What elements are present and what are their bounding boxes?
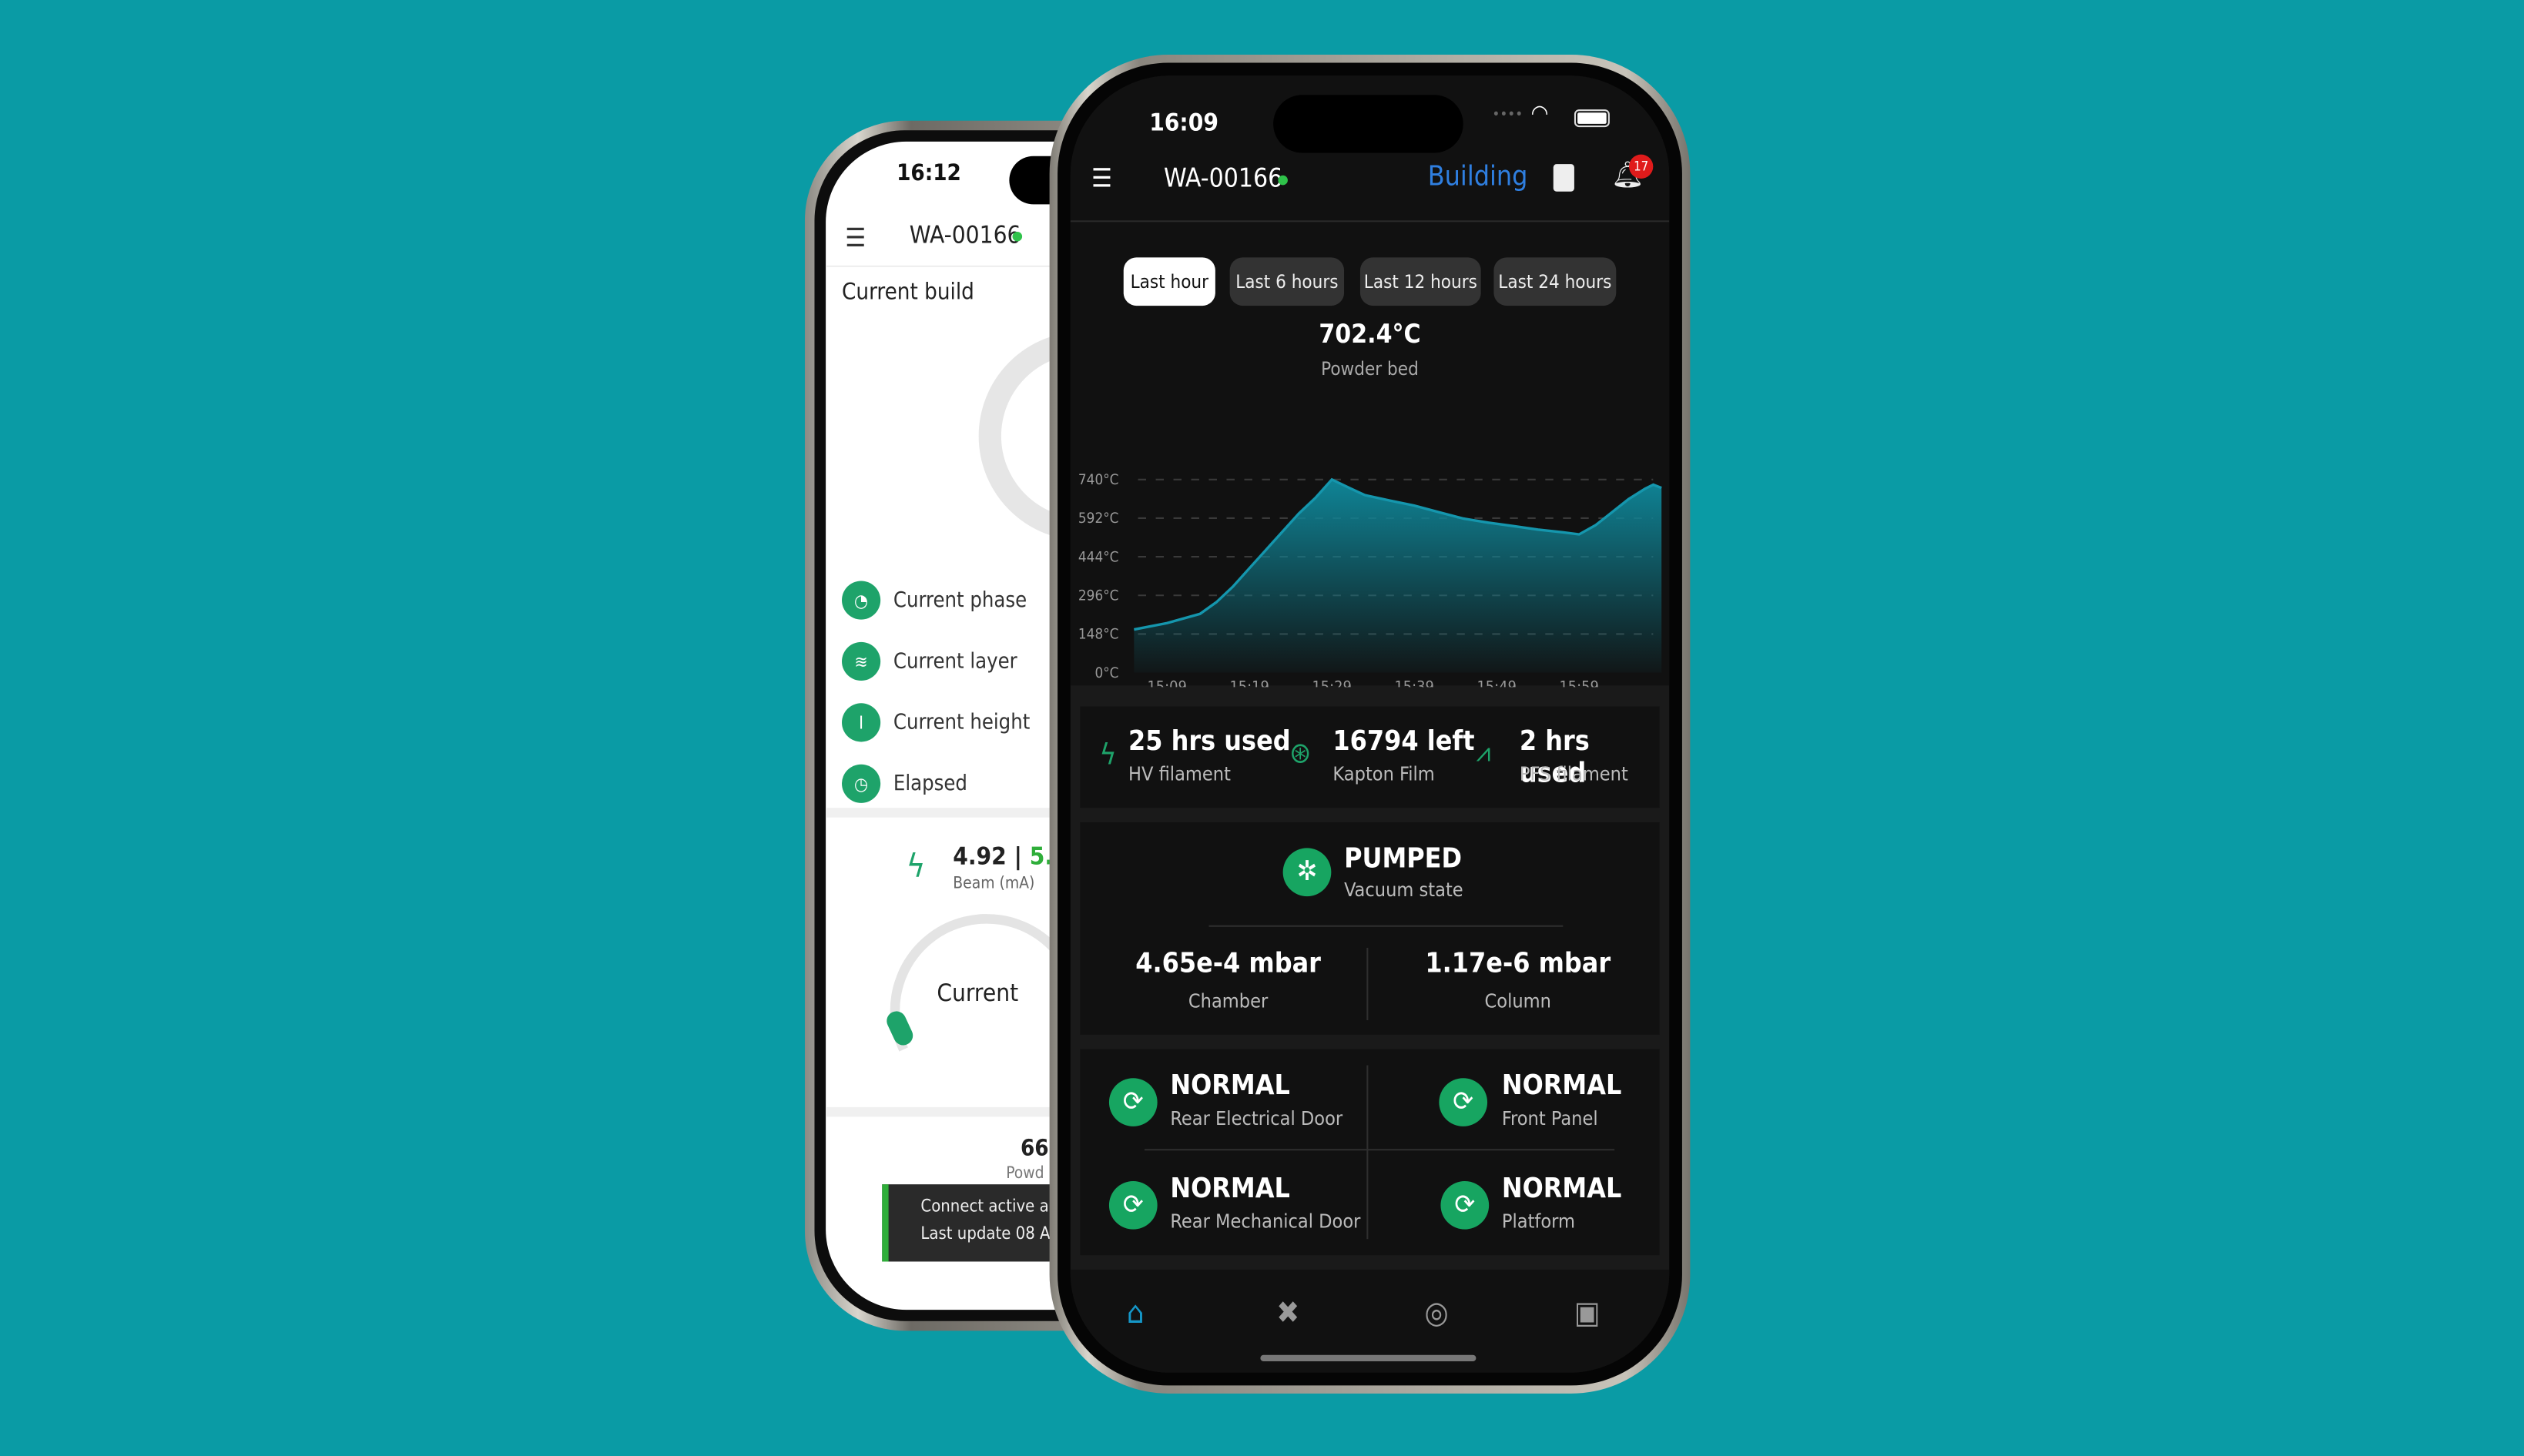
interlock-state: NORMAL	[1170, 1069, 1290, 1103]
notification-badge: 17	[1628, 154, 1654, 179]
nav-target-icon[interactable]: ◎	[1425, 1295, 1449, 1330]
layers-icon: ≋	[842, 641, 881, 681]
interlock-ok-icon: ⟳	[1440, 1180, 1490, 1230]
interlocks-card: ⟳ NORMAL Rear Electrical Door ⟳ NORMAL F…	[1080, 1049, 1660, 1256]
vacuum-card: ✲ PUMPED Vacuum state 4.65e-4 mbar Chamb…	[1080, 822, 1660, 1035]
interlock-label: Rear Mechanical Door	[1170, 1210, 1361, 1233]
kapton-label: Kapton Film	[1332, 762, 1435, 785]
interlock-ok-icon: ⟳	[1108, 1078, 1158, 1126]
clock-icon: ◷	[842, 764, 881, 803]
hv-filament-value: 25 hrs used	[1128, 725, 1291, 758]
gauge-label: Current	[937, 978, 1019, 1008]
interlock-state: NORMAL	[1501, 1069, 1622, 1103]
dynamic-island	[1273, 95, 1463, 153]
consumables-card: ϟ 25 hrs used HV filament ⊛ 16794 left K…	[1080, 706, 1660, 808]
chamber-pressure: 4.65e-4 mbar	[1135, 947, 1321, 980]
column-label: Column	[1484, 989, 1551, 1013]
vacuum-pump-icon: ✲	[1282, 848, 1332, 897]
online-dot	[1012, 231, 1023, 242]
y-tick-label: 296°C	[1078, 588, 1119, 604]
beam-label: Beam (mA)	[953, 875, 1035, 893]
column-pressure: 1.17e-6 mbar	[1425, 947, 1611, 980]
y-tick-label: 148°C	[1078, 627, 1119, 643]
x-tick-label: 15:49	[1477, 678, 1516, 688]
y-tick-label: 444°C	[1078, 549, 1119, 565]
section-title: Current build	[842, 279, 974, 306]
range-last-6-hours[interactable]: Last 6 hours	[1229, 257, 1345, 306]
interlock-ok-icon: ⟳	[1108, 1180, 1158, 1230]
kapton-value: 16794 left	[1332, 725, 1475, 758]
right-phone: 16:09 •••• ◠ ☰ WA-00166 Building 🔔︎ 17 L…	[1049, 55, 1691, 1394]
nav-home-icon[interactable]: ⌂	[1127, 1295, 1145, 1330]
chamber-label: Chamber	[1188, 989, 1269, 1013]
signal-icon: ••••	[1492, 108, 1523, 124]
vacuum-state: PUMPED	[1344, 843, 1463, 875]
hv-filament-label: HV filament	[1128, 762, 1231, 785]
device-id: WA-00166	[909, 220, 1021, 249]
menu-icon[interactable]: ☰	[1091, 162, 1112, 193]
interlock-state: NORMAL	[1501, 1173, 1622, 1206]
range-last-24-hours[interactable]: Last 24 hours	[1493, 257, 1617, 306]
interlock-label: Rear Electrical Door	[1170, 1106, 1343, 1130]
height-icon: I	[842, 703, 881, 742]
vacuum-label: Vacuum state	[1344, 879, 1463, 902]
status-time: 16:12	[897, 160, 961, 187]
x-tick-label: 15:29	[1312, 678, 1351, 688]
nav-dashboard-icon[interactable]: ▣	[1574, 1295, 1601, 1330]
info-list: ◔ Current phase ≋ Current layer I Current h…	[842, 570, 1051, 815]
status-time: 16:09	[1149, 108, 1218, 137]
powder-value: 66	[1020, 1136, 1049, 1162]
menu-icon[interactable]: ☰	[845, 222, 866, 253]
info-row-phase: ◔ Current phase	[842, 570, 1051, 631]
current-label: Powder bed	[1321, 356, 1419, 380]
phase-icon: ◔	[842, 581, 881, 620]
interlock-label: Front Panel	[1501, 1106, 1598, 1130]
online-dot	[1278, 175, 1288, 186]
info-row-elapsed: ◷ Elapsed	[842, 753, 1051, 814]
lightning-icon: ϟ	[1099, 738, 1117, 773]
temperature-area	[1134, 479, 1662, 673]
machine-status: Building	[1427, 160, 1528, 193]
home-indicator	[1260, 1354, 1477, 1362]
range-last-12-hours[interactable]: Last 12 hours	[1359, 257, 1481, 306]
range-last-hour[interactable]: Last hour	[1123, 257, 1215, 306]
info-row-height: I Current height	[842, 692, 1051, 753]
lightning-icon: ϟ	[906, 846, 926, 885]
y-tick-label: 0°C	[1094, 665, 1118, 681]
x-tick-label: 15:39	[1394, 678, 1433, 688]
filament-icon: ⩘	[1476, 737, 1491, 768]
wifi-icon: ◠	[1530, 101, 1549, 128]
interlock-state: NORMAL	[1170, 1173, 1290, 1206]
x-tick-label: 15:19	[1229, 678, 1269, 688]
temperature-chart: 0°C 148°C 296°C 444°C 592°C 740°C 15:09 15:19 15…	[1078, 472, 1662, 688]
y-tick-label: 592°C	[1078, 510, 1119, 527]
interlock-label: Platform	[1501, 1210, 1575, 1233]
info-row-layer: ≋ Current layer	[842, 631, 1051, 691]
film-reel-icon: ⊛	[1289, 737, 1312, 772]
battery-icon	[1574, 109, 1610, 128]
interlock-ok-icon: ⟳	[1439, 1078, 1488, 1126]
y-tick-label: 740°C	[1078, 472, 1119, 488]
door-icon[interactable]	[1553, 164, 1574, 192]
device-id: WA-00166	[1163, 162, 1283, 193]
current-value: 702.4°C	[1319, 318, 1421, 350]
pfs-filament-label: PFS filament	[1519, 762, 1628, 785]
x-tick-label: 15:59	[1559, 678, 1598, 688]
x-tick-label: 15:09	[1147, 678, 1186, 688]
powder-label: Powd	[1006, 1165, 1044, 1183]
nav-tools-icon[interactable]: ✖	[1276, 1295, 1299, 1330]
